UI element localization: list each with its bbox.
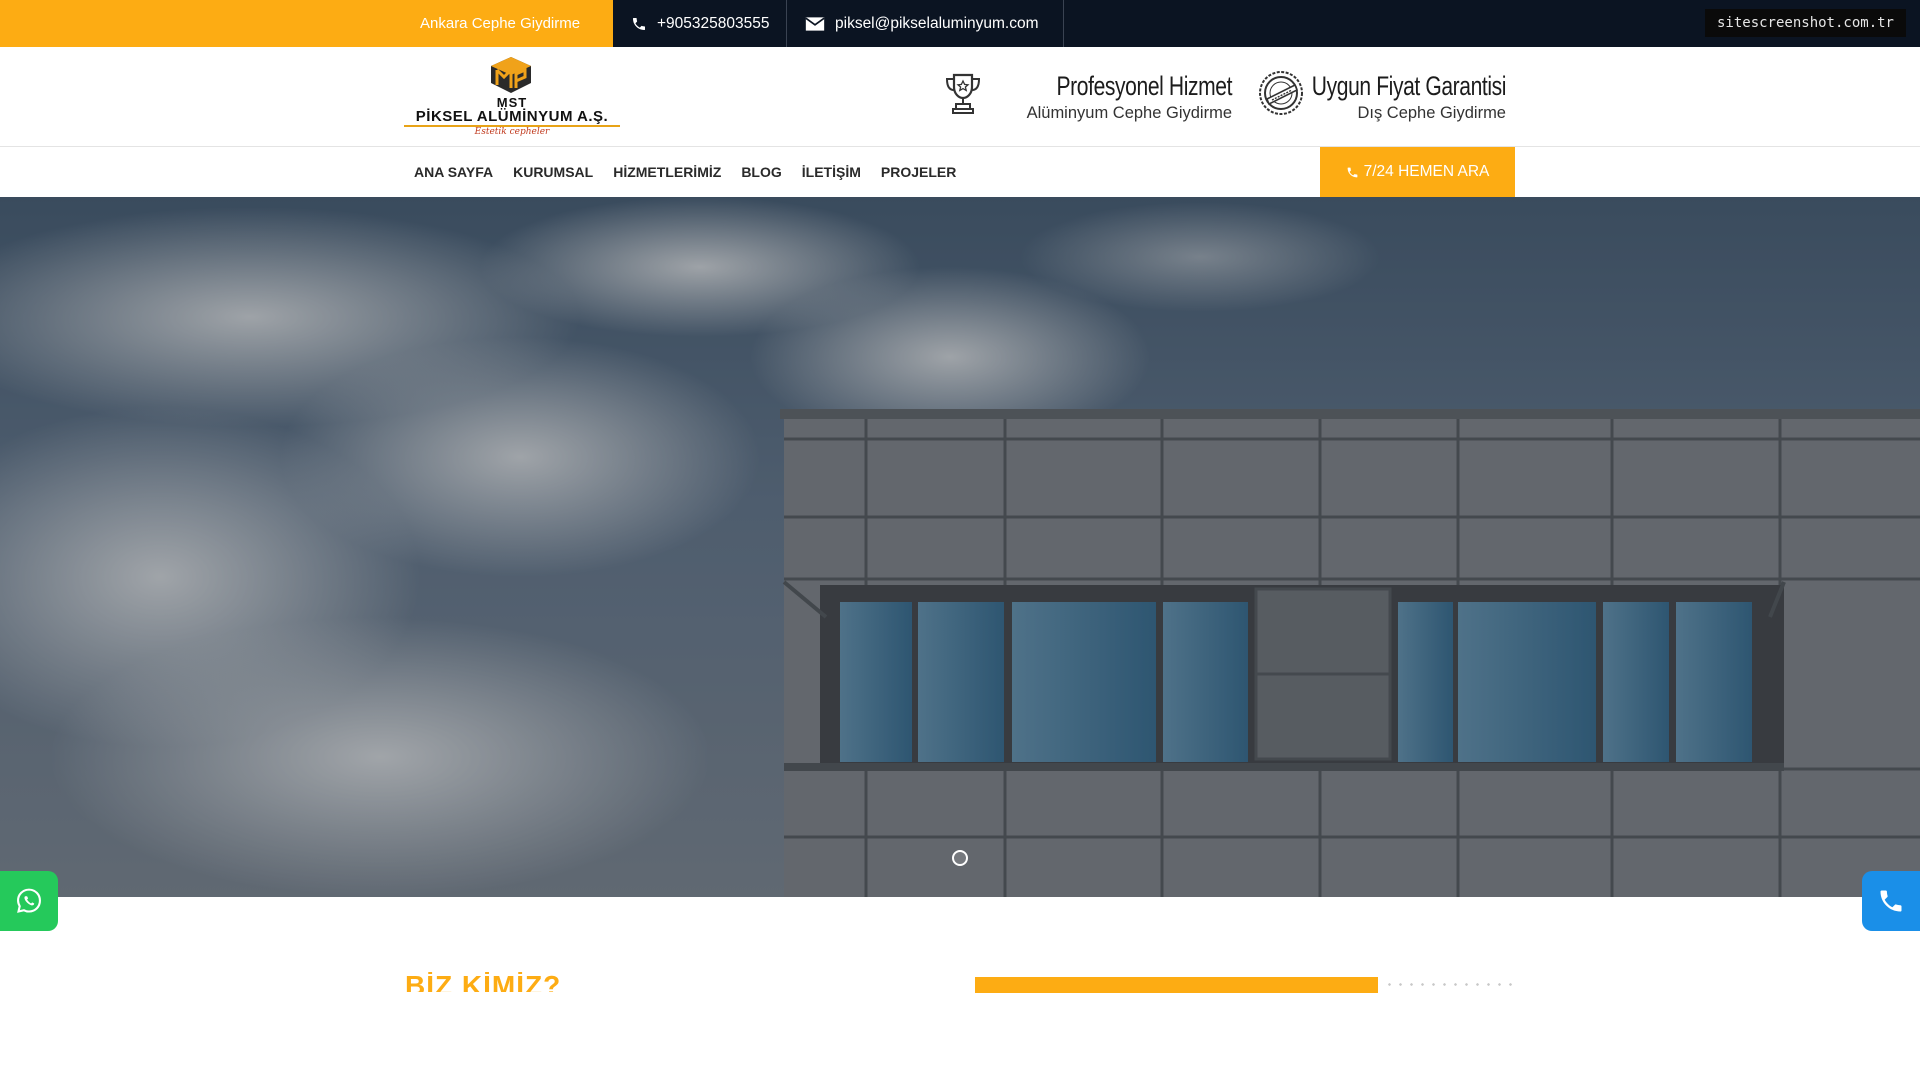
page: Ankara Cephe Giydirme +905325803555 piks…	[0, 0, 1920, 1080]
nav-item-blog[interactable]: BLOG	[731, 164, 791, 180]
approved-badge-icon	[1259, 71, 1303, 115]
watermark: sitescreenshot.com.tr	[1704, 9, 1906, 37]
top-email-link[interactable]: piksel@pikselaluminyum.com	[787, 0, 1064, 47]
trophy-icon	[945, 73, 981, 114]
nav-item-home[interactable]: ANA SAYFA	[404, 164, 503, 180]
top-email-text: piksel@pikselaluminyum.com	[835, 14, 1039, 32]
phone-icon	[1347, 167, 1357, 177]
top-phone-text: +905325803555	[657, 14, 770, 32]
slider-dot-1[interactable]	[952, 850, 968, 866]
call-now-button[interactable]: 7/24 HEMEN ARA	[1320, 147, 1515, 197]
phone-float-button[interactable]	[1862, 871, 1920, 931]
about-progress	[975, 977, 1512, 993]
whatsapp-icon	[17, 888, 41, 913]
feature-professional-service: Profesyonel Hizmet Alüminyum Cephe Giydi…	[940, 69, 1232, 125]
top-phone-link[interactable]: +905325803555	[613, 0, 787, 47]
logo-slogan: Estetik cepheler	[474, 127, 550, 137]
hero-slider	[0, 197, 1920, 897]
feature-title: Uygun Fiyat Garantisi	[1311, 71, 1507, 101]
phone-icon	[633, 17, 645, 30]
feature-subtitle: Dış Cephe Giydirme	[1357, 104, 1506, 122]
nav-item-services[interactable]: HİZMETLERİMİZ	[603, 164, 731, 180]
whatsapp-button[interactable]	[0, 871, 58, 931]
nav-item-corporate[interactable]: KURUMSAL	[503, 164, 603, 180]
progress-fill	[975, 977, 1378, 993]
logo-cube-icon	[491, 57, 531, 93]
call-now-label: 7/24 HEMEN ARA	[1363, 163, 1490, 180]
main-nav: ANA SAYFA KURUMSAL HİZMETLERİMİZ BLOG İL…	[0, 147, 1920, 197]
phone-icon	[1880, 890, 1902, 912]
feature-subtitle: Alüminyum Cephe Giydirme	[1026, 104, 1232, 122]
site-header: MST PİKSEL ALÜMİNYUM A.Ş. Estetik cephel…	[0, 47, 1920, 147]
feature-title: Profesyonel Hizmet	[1056, 71, 1232, 101]
hero-overlay	[0, 197, 1920, 897]
envelope-icon	[805, 16, 825, 31]
feature-price-guarantee: Uygun Fiyat Garantisi Dış Cephe Giydirme	[1258, 69, 1506, 125]
logo-line-2: PİKSEL ALÜMİNYUM A.Ş.	[415, 108, 609, 125]
top-bar: Ankara Cephe Giydirme +905325803555 piks…	[0, 0, 1920, 47]
progress-dots	[1384, 980, 1512, 992]
nav-item-projects[interactable]: PROJELER	[871, 164, 966, 180]
nav-item-contact[interactable]: İLETİŞİM	[792, 164, 871, 180]
about-title: BİZ KİMİZ?	[405, 972, 562, 992]
nav-list: ANA SAYFA KURUMSAL HİZMETLERİMİZ BLOG İL…	[404, 147, 966, 197]
top-tagline: Ankara Cephe Giydirme	[420, 15, 581, 32]
site-logo[interactable]: MST PİKSEL ALÜMİNYUM A.Ş. Estetik cephel…	[404, 55, 620, 139]
